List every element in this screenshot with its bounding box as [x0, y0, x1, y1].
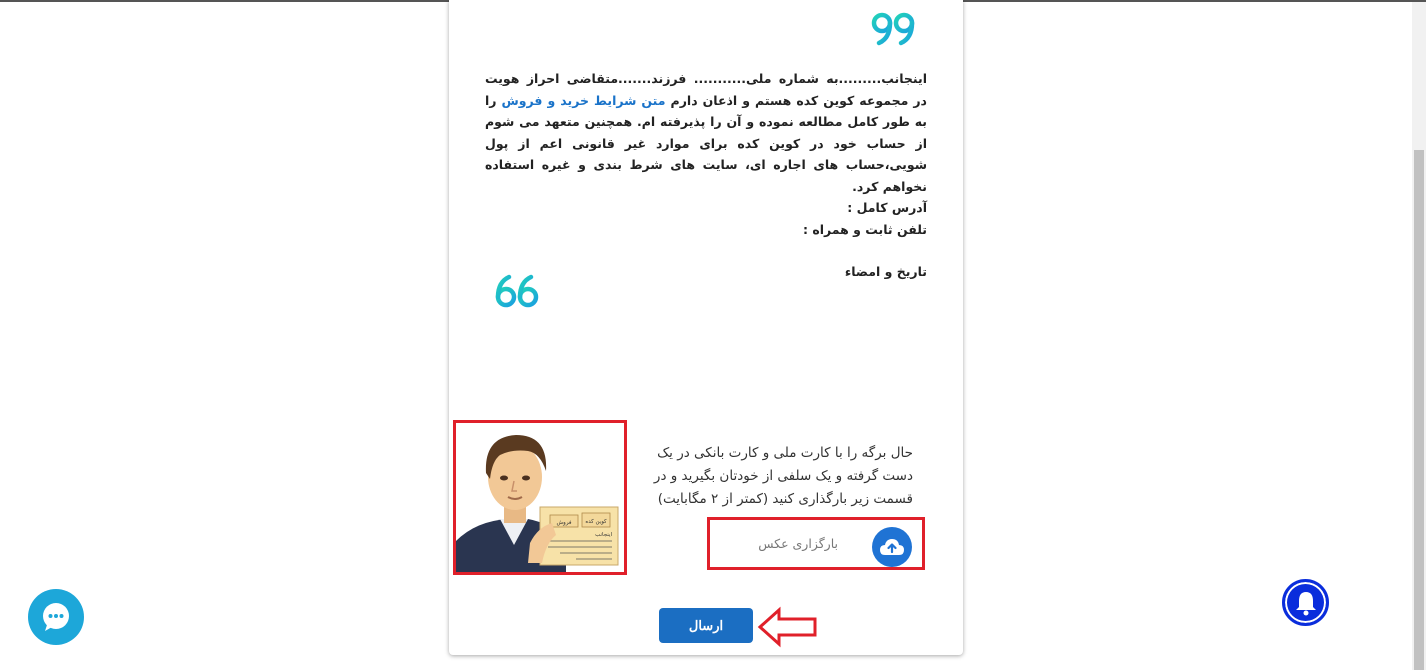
verification-card: اینجانب.........به شماره ملی........... …	[449, 0, 963, 655]
pledge-letter: اینجانب.........به شماره ملی........... …	[485, 68, 927, 283]
send-button[interactable]: ارسال	[659, 608, 753, 643]
address-label: آدرس کامل :	[847, 200, 927, 215]
chat-bubble-icon	[43, 603, 69, 631]
selfie-illustration: کوین کده فروش اینجانب	[456, 423, 624, 572]
phone-label: تلفن ثابت و همراه :	[802, 221, 927, 237]
opening-quote-icon	[495, 274, 539, 308]
bell-icon	[1295, 591, 1316, 615]
upload-button[interactable]	[872, 527, 912, 567]
sample-card-title: اینجانب	[595, 532, 612, 538]
signature-label: تاریخ و امضاء	[844, 264, 927, 279]
upload-label: بارگزاری عکس	[758, 536, 838, 551]
terms-link[interactable]: متن شرایط خرید و فروش	[502, 93, 666, 108]
sample-card-tag-2: فروش	[556, 520, 571, 526]
cloud-upload-icon	[880, 539, 904, 555]
closing-quote-icon	[871, 12, 915, 46]
sample-card-tag-1: کوین کده	[585, 518, 607, 525]
photo-upload-field[interactable]: بارگزاری عکس	[707, 517, 925, 570]
page-scrollbar[interactable]	[1412, 2, 1426, 670]
pledge-text: اینجانب.........به شماره ملی........... …	[485, 68, 927, 197]
arrow-left-icon	[757, 606, 817, 648]
scrollbar-thumb[interactable]	[1414, 150, 1424, 670]
upload-instructions: حال برگه را با کارت ملی و کارت بانکی در …	[653, 445, 913, 507]
sample-selfie-image: کوین کده فروش اینجانب	[453, 420, 627, 575]
notification-bell-button[interactable]	[1282, 579, 1329, 626]
chat-button[interactable]	[28, 589, 84, 645]
